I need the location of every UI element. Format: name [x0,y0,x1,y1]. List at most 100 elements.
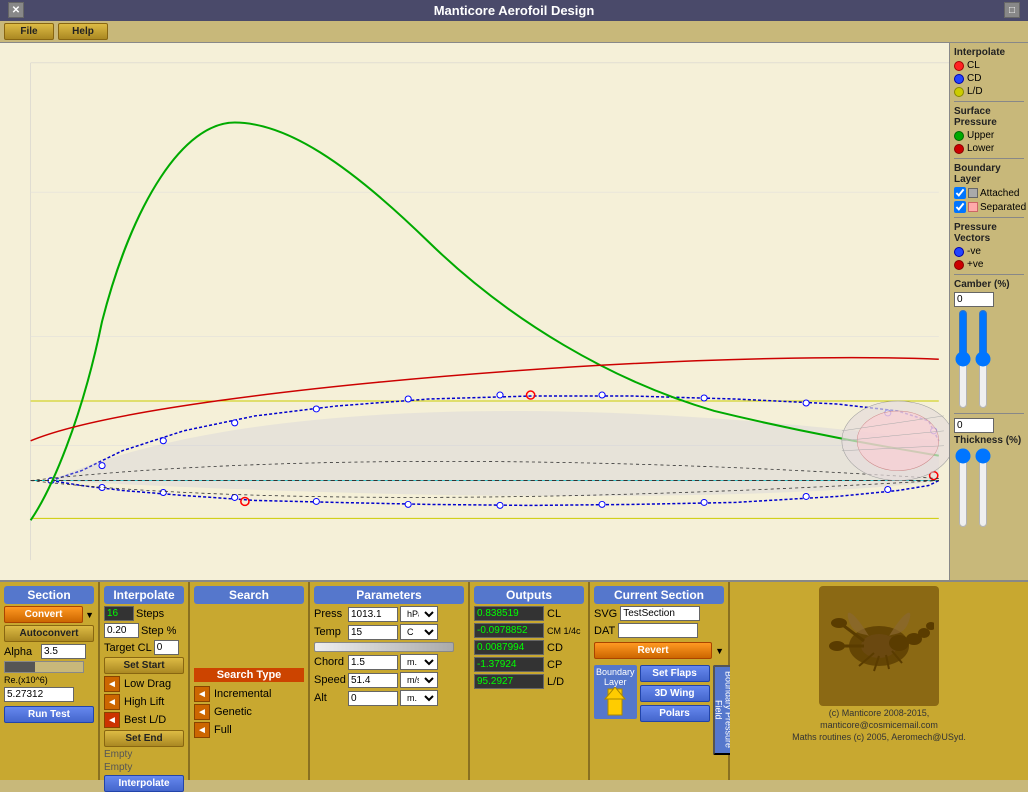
svg-label: SVG [594,608,617,620]
ld-dot [954,87,964,97]
dat-input[interactable] [618,623,698,638]
genetic-label: Genetic [214,706,252,718]
cl-label: CL [967,60,980,71]
full-label: Full [214,724,232,736]
interpolate-title: Interpolate [104,586,184,604]
camber-slider2[interactable] [974,309,992,409]
revert-button[interactable]: Revert [594,642,712,659]
outputs-title: Outputs [474,586,584,604]
camber-slider[interactable] [954,309,972,409]
polars-button[interactable]: Polars [640,705,710,722]
alpha-input[interactable] [41,644,86,659]
set-end-button[interactable]: Set End [104,730,184,747]
cd-label: CD [967,73,981,84]
thickness-slider[interactable] [954,448,972,528]
separated-checkbox-item[interactable]: Separated [954,201,1024,213]
boundary-layer-title: BoundaryLayer [954,163,1024,185]
help-menu[interactable]: Help [58,23,108,40]
run-test-button[interactable]: Run Test [4,706,94,723]
titlebar: ✕ Manticore Aerofoil Design □ [0,0,1028,21]
graph-svg [0,43,949,580]
alt-input[interactable] [348,691,398,706]
file-menu[interactable]: File [4,23,54,40]
empty2-label: Empty [104,762,184,773]
temp-unit-select[interactable]: C [400,624,438,640]
outputs-panel: Outputs CL CM 1/4c CD CP L/D [470,582,590,780]
maximize-button[interactable]: □ [1004,2,1020,18]
full-arrow[interactable]: ◄ [194,722,210,738]
divider1 [954,101,1024,102]
temp-label: Temp [314,626,346,638]
attached-checkbox-item[interactable]: Attached [954,187,1024,199]
high-lift-label: High Lift [124,696,164,708]
camber-input[interactable] [954,292,994,307]
step-pct-input[interactable] [104,623,139,638]
chord-label: Chord [314,656,346,668]
cp-output [474,657,544,672]
thickness-input[interactable] [954,418,994,433]
divider3 [954,217,1024,218]
slider-bar[interactable] [314,642,454,652]
cl-output [474,606,544,621]
close-button[interactable]: ✕ [8,2,24,18]
section-panel: Section Convert ▼ Autoconvert Alpha Re.(… [0,582,100,780]
lower-label: Lower [967,143,994,154]
svg-input[interactable] [620,606,700,621]
cd-dot [954,74,964,84]
logo-creature [819,586,939,706]
alt-label: Alt [314,692,346,704]
low-drag-arrow[interactable]: ◄ [104,676,120,692]
press-label: Press [314,608,346,620]
chord-input[interactable] [348,655,398,670]
alt-unit-select[interactable]: m. [400,690,438,706]
steps-input[interactable] [104,606,134,621]
attached-label: Attached [980,188,1019,199]
maths-text: Maths routines (c) 2005, Aeromech@USyd. [792,732,966,742]
high-lift-arrow[interactable]: ◄ [104,694,120,710]
convert-button[interactable]: Convert [4,606,83,623]
copyright-text: (c) Manticore 2008-2015, [829,708,930,718]
re-label: Re.(x10^6) [4,675,48,685]
separated-checkbox[interactable] [954,201,966,213]
interpolate-section-title: Interpolate [954,47,1024,58]
search-type-label: Search Type [194,668,304,682]
section-title: Section [4,586,94,604]
genetic-arrow[interactable]: ◄ [194,704,210,720]
alpha-slider-handle[interactable] [5,662,35,672]
target-cl-input[interactable] [154,640,179,655]
attached-checkbox[interactable] [954,187,966,199]
incremental-arrow[interactable]: ◄ [194,686,210,702]
speed-label: Speed [314,674,346,686]
interpolate-button[interactable]: Interpolate [104,775,184,792]
3d-wing-button[interactable]: 3D Wing [640,685,710,702]
right-panel: Interpolate CL CD L/D SurfacePressure Up… [950,43,1028,580]
convert-dropdown-icon[interactable]: ▼ [85,610,94,620]
boundary-layer-label: Boundary Layer [596,667,635,687]
cl-output-label: CL [547,608,561,620]
attached-square [968,188,978,198]
thickness-slider2[interactable] [974,448,992,528]
divider2 [954,158,1024,159]
cp-output-label: CP [547,659,562,671]
press-input[interactable] [348,607,398,622]
thickness-title: Thickness (%) [954,435,1024,446]
chord-unit-select[interactable]: m. [400,654,438,670]
lower-dot [954,144,964,154]
set-flaps-button[interactable]: Set Flaps [640,665,710,682]
temp-input[interactable] [348,625,398,640]
interpolate-panel: Interpolate Steps Step % Target CL Set S… [100,582,190,780]
revert-dropdown-icon[interactable]: ▼ [715,646,724,656]
incremental-label: Incremental [214,688,271,700]
pressure-vectors-title: PressureVectors [954,222,1024,244]
speed-input[interactable] [348,673,398,688]
re-input[interactable] [4,687,74,702]
best-ld-arrow[interactable]: ◄ [104,712,120,728]
press-unit-select[interactable]: hPa [400,606,438,622]
camber-title: Camber (%) [954,279,1024,290]
divider4 [954,274,1024,275]
email-text: manticore@cosmicemail.com [820,720,938,730]
autoconvert-button[interactable]: Autoconvert [4,625,94,642]
set-start-button[interactable]: Set Start [104,657,184,674]
speed-unit-select[interactable]: m/s [400,672,438,688]
alpha-slider-track[interactable] [4,661,84,673]
